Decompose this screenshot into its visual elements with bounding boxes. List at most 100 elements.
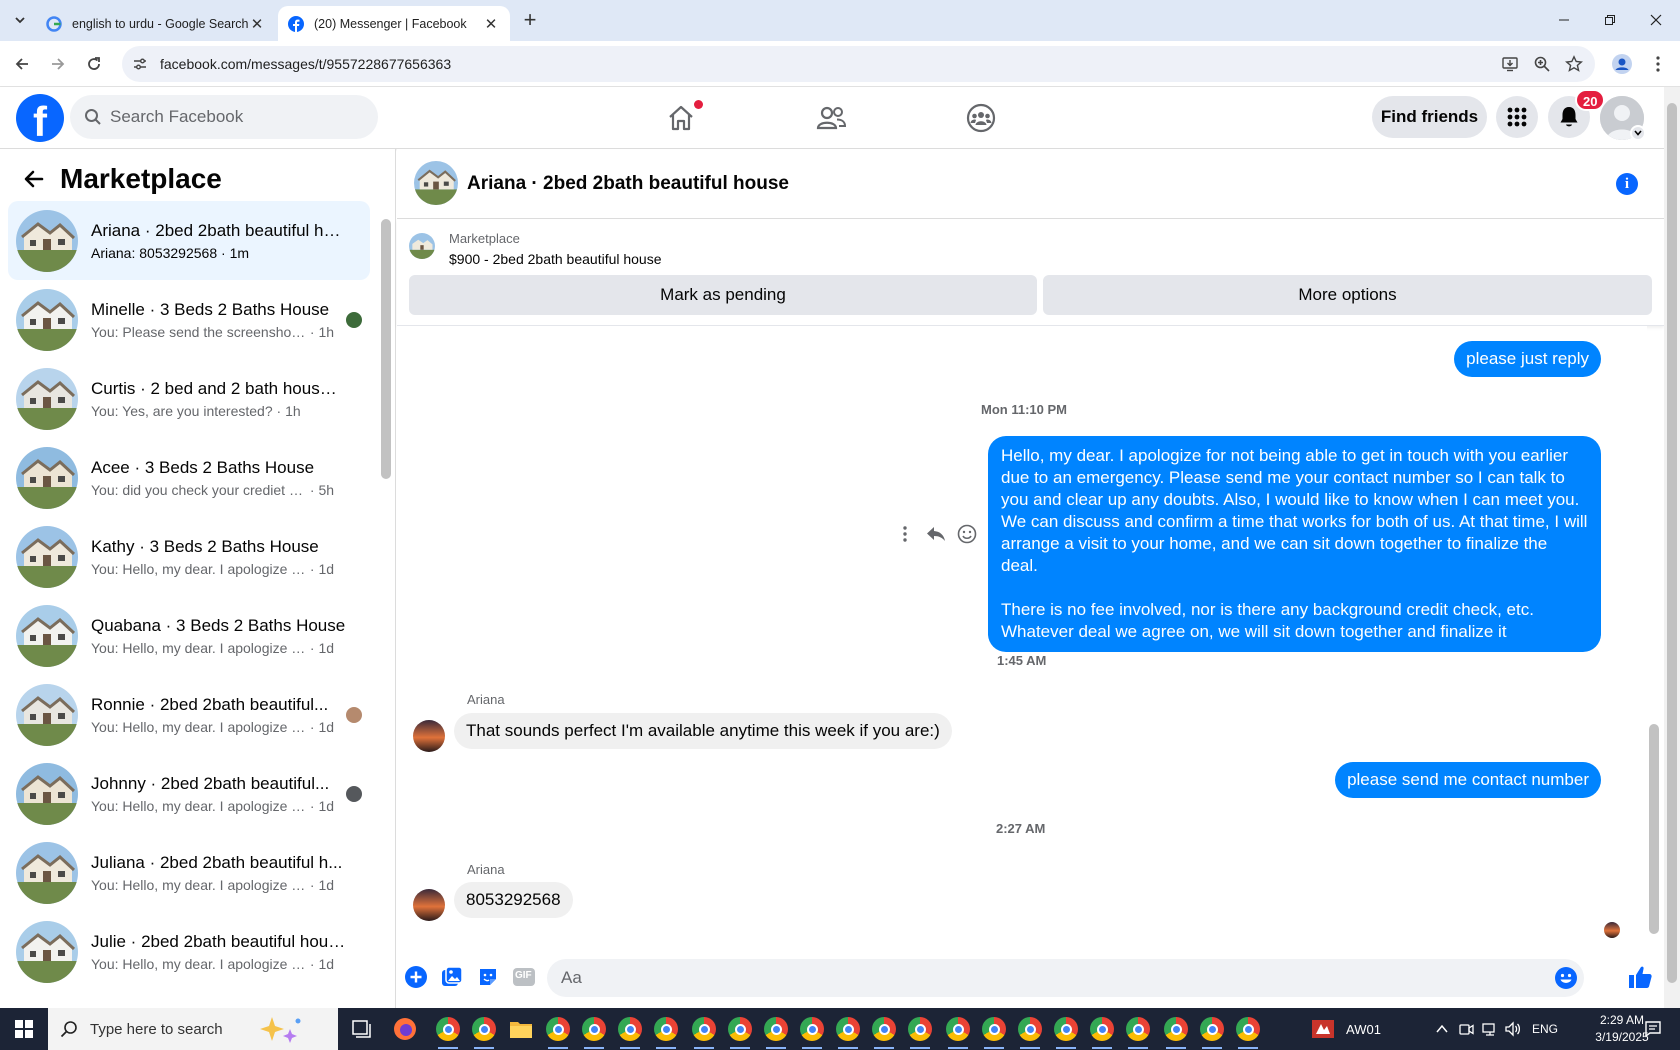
restore-button[interactable] — [1587, 0, 1633, 40]
taskbar-clock[interactable]: 2:29 AM 3/19/2025 — [1592, 1012, 1652, 1046]
taskbar-chrome-window[interactable] — [688, 1013, 720, 1049]
attach-photo-button[interactable] — [439, 964, 465, 990]
task-view-button[interactable] — [345, 1013, 377, 1045]
sticker-button[interactable] — [475, 964, 501, 990]
sender-avatar[interactable] — [413, 889, 445, 921]
taskbar-chrome-window[interactable] — [1014, 1013, 1046, 1049]
facebook-search[interactable] — [70, 95, 378, 139]
account-chevron-icon[interactable] — [1630, 125, 1646, 141]
sender-avatar[interactable] — [413, 720, 445, 752]
taskbar-chrome-window[interactable] — [650, 1013, 682, 1049]
search-input[interactable] — [110, 107, 350, 127]
nav-home[interactable] — [626, 91, 736, 145]
incoming-message[interactable]: That sounds perfect I'm available anytim… — [454, 713, 952, 749]
back-button[interactable] — [10, 52, 34, 76]
house-thumbnail[interactable] — [414, 161, 458, 205]
taskbar-chrome-window[interactable] — [796, 1013, 828, 1049]
site-info-icon[interactable] — [130, 54, 150, 74]
conversation-item[interactable]: Minelle · 3 Beds 2 Baths House You: Pleas… — [8, 280, 370, 359]
taskbar-chrome-window[interactable] — [1160, 1013, 1192, 1049]
add-attachment-button[interactable] — [403, 964, 429, 990]
chat-title[interactable]: Ariana · 2bed 2bath beautiful house — [467, 173, 789, 195]
browser-menu-button[interactable] — [1646, 52, 1670, 76]
taskbar-file-explorer[interactable] — [505, 1013, 537, 1045]
chat-scrollbar[interactable] — [1647, 326, 1661, 946]
tab-search-menu-button[interactable] — [8, 8, 32, 32]
reply-icon[interactable] — [924, 522, 948, 546]
tab-google-search[interactable]: english to urdu - Google Search ✕ — [36, 6, 276, 41]
message-input-box[interactable] — [547, 959, 1584, 997]
taskbar-chrome-window[interactable] — [832, 1013, 864, 1049]
taskbar-chrome-window[interactable] — [1232, 1013, 1264, 1049]
taskbar-chrome-window[interactable] — [468, 1013, 500, 1049]
more-actions-icon[interactable] — [893, 522, 917, 546]
new-tab-button[interactable]: + — [518, 9, 542, 33]
taskbar-chrome-window[interactable] — [1086, 1013, 1118, 1049]
menu-button[interactable] — [1496, 96, 1538, 138]
taskbar-chrome-window[interactable] — [978, 1013, 1010, 1049]
address-bar[interactable]: facebook.com/messages/t/9557228677656363 — [122, 46, 1595, 82]
zoom-icon[interactable] — [1531, 53, 1553, 75]
tray-app[interactable]: AW01 — [1310, 1008, 1381, 1050]
taskbar-chrome-window[interactable] — [614, 1013, 646, 1049]
listing-price-title[interactable]: $900 - 2bed 2bath beautiful house — [449, 251, 662, 267]
nav-groups[interactable] — [926, 91, 1036, 145]
outgoing-message[interactable]: please just reply — [1454, 341, 1601, 377]
conversation-item[interactable]: Quabana · 3 Beds 2 Baths House You: Hello… — [8, 596, 370, 675]
language-indicator[interactable]: ENG — [1532, 1022, 1558, 1036]
taskbar-search-input[interactable] — [90, 1020, 250, 1038]
emoji-picker-button[interactable] — [1554, 966, 1578, 990]
incoming-message[interactable]: 8053292568 — [454, 882, 573, 918]
close-tab-icon[interactable]: ✕ — [482, 15, 500, 33]
start-button[interactable] — [0, 1008, 48, 1050]
taskbar-search[interactable] — [48, 1008, 338, 1050]
forward-button[interactable] — [46, 52, 70, 76]
conversation-item[interactable]: Curtis · 2 bed and 2 bath house ... You: … — [8, 359, 370, 438]
more-options-button[interactable]: More options — [1043, 275, 1652, 315]
taskbar-chrome-window[interactable] — [1196, 1013, 1228, 1049]
taskbar-chrome-window[interactable] — [724, 1013, 756, 1049]
taskbar-chrome-window[interactable] — [1050, 1013, 1082, 1049]
reload-button[interactable] — [82, 52, 106, 76]
taskbar-chrome-window[interactable] — [542, 1013, 574, 1049]
conversation-item[interactable]: Acee · 3 Beds 2 Baths House You: did you … — [8, 438, 370, 517]
back-button[interactable] — [16, 161, 52, 197]
outgoing-message[interactable]: please send me contact number — [1335, 762, 1601, 798]
close-tab-icon[interactable]: ✕ — [248, 15, 266, 33]
facebook-logo[interactable]: f — [16, 94, 64, 142]
profile-button[interactable] — [1610, 52, 1634, 76]
taskbar-chrome-window[interactable] — [868, 1013, 900, 1049]
find-friends-button[interactable]: Find friends — [1372, 96, 1487, 138]
tab-messenger[interactable]: (20) Messenger | Facebook ✕ — [278, 6, 510, 41]
taskbar-firefox[interactable] — [389, 1013, 421, 1045]
message-input[interactable] — [561, 959, 1521, 997]
outgoing-message-long[interactable]: Hello, my dear. I apologize for not bein… — [988, 436, 1601, 652]
taskbar-chrome-window[interactable] — [578, 1013, 610, 1049]
taskbar-chrome-window[interactable] — [904, 1013, 936, 1049]
send-like-button[interactable] — [1626, 963, 1654, 991]
taskbar-chrome-window[interactable] — [1122, 1013, 1154, 1049]
conversation-item[interactable]: Julie · 2bed 2bath beautiful house You: H… — [8, 912, 370, 991]
minimize-button[interactable] — [1541, 0, 1587, 40]
taskbar-chrome-window[interactable] — [942, 1013, 974, 1049]
gif-button[interactable]: GIF — [511, 964, 537, 990]
conversation-item[interactable]: Kathy · 3 Beds 2 Baths House You: Hello, … — [8, 517, 370, 596]
conversation-item[interactable]: Juliana · 2bed 2bath beautiful h... You: … — [8, 833, 370, 912]
page-scrollbar[interactable] — [1664, 87, 1680, 1008]
sidebar-scrollbar[interactable] — [381, 207, 393, 1007]
conversation-item[interactable]: Ariana · 2bed 2bath beautiful ho... Arian… — [8, 201, 370, 280]
system-tray-icons[interactable]: ENG — [1436, 1008, 1558, 1050]
listing-thumbnail[interactable] — [409, 233, 435, 259]
conversation-item[interactable]: Johnny · 2bed 2bath beautiful... You: Hel… — [8, 754, 370, 833]
taskbar-chrome-window[interactable] — [432, 1013, 464, 1049]
bookmark-star-icon[interactable] — [1563, 53, 1585, 75]
notification-center-button[interactable] — [1644, 1020, 1664, 1038]
conversation-item[interactable]: Ronnie · 2bed 2bath beautiful... You: Hel… — [8, 675, 370, 754]
close-window-button[interactable] — [1633, 0, 1679, 40]
info-icon[interactable]: i — [1616, 173, 1638, 195]
taskbar-chrome-window[interactable] — [760, 1013, 792, 1049]
nav-friends[interactable] — [776, 91, 886, 145]
react-emoji-icon[interactable] — [955, 522, 979, 546]
install-app-icon[interactable] — [1499, 53, 1521, 75]
mark-as-pending-button[interactable]: Mark as pending — [409, 275, 1037, 315]
